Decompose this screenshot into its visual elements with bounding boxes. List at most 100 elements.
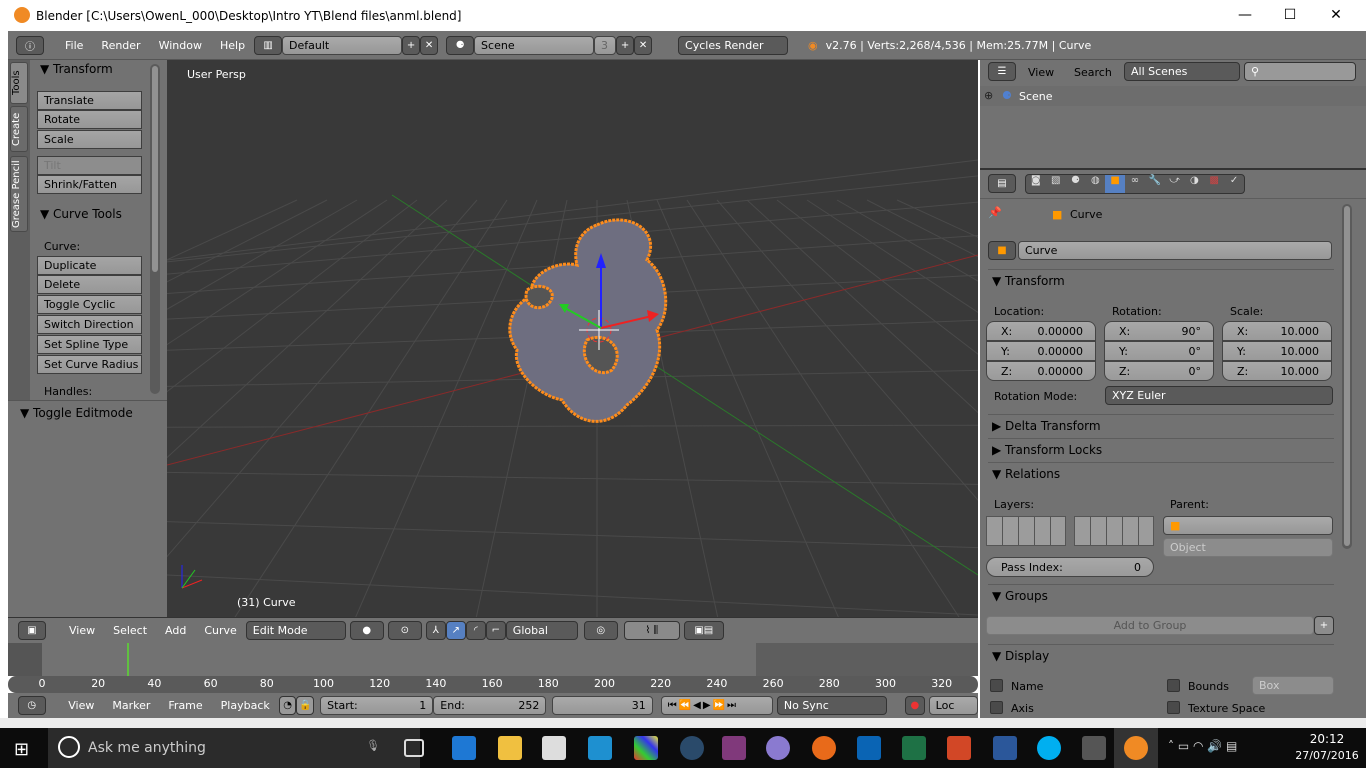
editor-type-properties-icon[interactable]: ▤ xyxy=(988,174,1016,193)
physics-tab-icon[interactable]: ✓ xyxy=(1224,175,1244,193)
excel-icon[interactable] xyxy=(902,736,926,760)
file-explorer-icon[interactable] xyxy=(498,736,522,760)
range-toggle-icon[interactable]: ◔ xyxy=(278,696,297,715)
timeline-ruler[interactable]: 0 20 40 60 80 100 120 140 160 180 200 220 240 260 280 3… xyxy=(8,676,978,693)
add-scene-button[interactable]: + xyxy=(616,35,635,55)
shrink-fatten-button[interactable]: Shrink/Fatten xyxy=(37,175,142,194)
location-y-field[interactable]: Y: 0.00000 xyxy=(986,341,1096,361)
object-name-field[interactable]: Curve xyxy=(1018,241,1332,260)
system-tray-icons[interactable]: ˄ ▭ ◠ 🔊 ▤ xyxy=(1168,739,1237,753)
location-x-field[interactable]: X: 0.00000 xyxy=(986,321,1096,341)
snap-settings[interactable]: ⌇ ⫼ xyxy=(623,621,680,640)
menu-render[interactable]: Render xyxy=(92,39,149,52)
scene-field[interactable]: Scene xyxy=(474,35,595,55)
menu-view[interactable]: View xyxy=(59,699,103,712)
rotation-y-field[interactable]: Y: 0° xyxy=(1104,341,1214,361)
editor-type-timeline-icon[interactable]: ◷ xyxy=(18,696,46,715)
timeline[interactable] xyxy=(8,643,978,676)
scale-x-field[interactable]: X: 10.000 xyxy=(1222,321,1332,341)
tab-grease-pencil[interactable]: Grease Pencil xyxy=(10,156,28,232)
data-tab-icon[interactable]: ⤻ xyxy=(1165,175,1185,193)
object-type-icon[interactable]: ■ xyxy=(988,241,1016,260)
mode-select[interactable]: Edit Mode xyxy=(245,621,346,640)
rotation-x-field[interactable]: X: 90° xyxy=(1104,321,1214,341)
keying-set-field[interactable]: Loc xyxy=(928,696,978,715)
groups-panel-header[interactable]: ▼ Groups xyxy=(988,584,1334,606)
scale-manipulator[interactable]: ⌐ xyxy=(485,621,506,640)
menu-playback[interactable]: Playback xyxy=(212,699,279,712)
add-layout-button[interactable]: + xyxy=(402,35,421,55)
remove-layout-button[interactable]: ✕ xyxy=(420,35,439,55)
texture-tab-icon[interactable]: ▩ xyxy=(1204,175,1224,193)
current-frame-field[interactable]: 31 xyxy=(552,696,653,715)
playback-controls[interactable]: ⏮⏪◀▶⏩⏭ xyxy=(660,696,773,715)
relations-panel-header[interactable]: ▼ Relations xyxy=(988,462,1334,484)
paint-app-icon[interactable] xyxy=(634,736,658,760)
shading-select[interactable]: ● xyxy=(349,621,384,640)
texture-space-checkbox[interactable] xyxy=(1167,701,1180,714)
render-engine-select[interactable]: Cycles Render xyxy=(678,35,789,55)
end-frame-field[interactable]: End: 252 xyxy=(433,696,547,715)
material-tab-icon[interactable]: ◑ xyxy=(1185,175,1205,193)
scene-icon[interactable]: ⚈ xyxy=(446,35,475,55)
outliner-scene-item[interactable]: Scene xyxy=(1019,90,1053,103)
properties-scrollbar[interactable] xyxy=(1342,204,1352,549)
switch-direction-button[interactable]: Switch Direction xyxy=(37,315,142,334)
minimize-button[interactable]: — xyxy=(1222,0,1268,31)
render-tab-icon[interactable]: ◙ xyxy=(1026,175,1046,193)
pivot-select[interactable]: ⊙ xyxy=(387,621,422,640)
store-icon[interactable] xyxy=(542,736,566,760)
location-z-field[interactable]: Z: 0.00000 xyxy=(986,361,1096,381)
translate-button[interactable]: Translate xyxy=(37,91,142,110)
outliner-filter-select[interactable]: All Scenes xyxy=(1124,62,1240,81)
rotate-button[interactable]: Rotate xyxy=(37,110,142,129)
pin-icon[interactable]: 📌 xyxy=(988,206,1002,219)
parent-field[interactable]: ■ xyxy=(1163,516,1333,535)
windows-start-icon[interactable]: ⊞ xyxy=(14,739,29,760)
delta-transform-panel[interactable]: ▶ Delta Transform xyxy=(988,414,1334,436)
sync-select[interactable]: No Sync xyxy=(776,696,888,715)
editor-type-outliner-icon[interactable]: ☰ xyxy=(988,62,1016,81)
manipulator-toggle[interactable]: ⅄ xyxy=(425,621,446,640)
layers-grid-b[interactable] xyxy=(1074,516,1154,546)
tab-tools[interactable]: Tools xyxy=(10,62,28,104)
transform-locks-panel[interactable]: ▶ Transform Locks xyxy=(988,438,1334,460)
curve-tools-panel-title[interactable]: Curve Tools xyxy=(53,207,122,221)
constraints-tab-icon[interactable]: ∞ xyxy=(1125,175,1145,193)
set-curve-radius-button[interactable]: Set Curve Radius xyxy=(37,355,142,374)
rotation-z-field[interactable]: Z: 0° xyxy=(1104,361,1214,381)
current-frame-marker[interactable] xyxy=(127,643,129,676)
menu-marker[interactable]: Marker xyxy=(103,699,159,712)
transform-panel-title[interactable]: Transform xyxy=(53,62,113,76)
tilt-button[interactable]: Tilt xyxy=(37,156,142,175)
menu-frame[interactable]: Frame xyxy=(159,699,211,712)
task-view-icon[interactable] xyxy=(404,739,424,757)
expand-icon[interactable]: ⊕ xyxy=(984,89,993,102)
toggle-editmode-panel[interactable]: Toggle Editmode xyxy=(33,406,133,420)
menu-file[interactable]: File xyxy=(56,39,92,52)
toggle-cyclic-button[interactable]: Toggle Cyclic xyxy=(37,295,142,314)
pass-index-field[interactable]: Pass Index: 0 xyxy=(986,557,1154,577)
object-tab-icon[interactable]: ■ xyxy=(1105,175,1126,193)
outliner-search-menu[interactable]: Search xyxy=(1074,66,1112,79)
rotate-manipulator[interactable]: ◜ xyxy=(465,621,486,640)
scale-button[interactable]: Scale xyxy=(37,130,142,149)
bounds-checkbox[interactable] xyxy=(1167,679,1180,692)
word-icon[interactable] xyxy=(993,736,1017,760)
cortana-search-box[interactable]: Ask me anything 🎙 xyxy=(48,728,420,768)
app-icon[interactable] xyxy=(1082,736,1106,760)
outliner-view-menu[interactable]: View xyxy=(1028,66,1054,79)
firefox-icon[interactable] xyxy=(812,736,836,760)
delete-button[interactable]: Delete xyxy=(37,275,142,294)
layers-grid-a[interactable] xyxy=(986,516,1066,546)
skype-icon[interactable] xyxy=(1037,736,1061,760)
close-button[interactable]: ✕ xyxy=(1313,0,1359,31)
name-checkbox[interactable] xyxy=(990,679,1003,692)
add-to-group-button[interactable]: Add to Group xyxy=(986,616,1314,635)
transform-panel-header[interactable]: ▼ Transform xyxy=(988,269,1334,291)
editor-type-info-icon[interactable]: ⓘ xyxy=(16,35,44,55)
scene-tab-icon[interactable]: ⚈ xyxy=(1066,175,1086,193)
tab-create[interactable]: Create xyxy=(10,106,28,152)
onenote-icon[interactable] xyxy=(722,736,746,760)
remove-scene-button[interactable]: ✕ xyxy=(634,35,653,55)
